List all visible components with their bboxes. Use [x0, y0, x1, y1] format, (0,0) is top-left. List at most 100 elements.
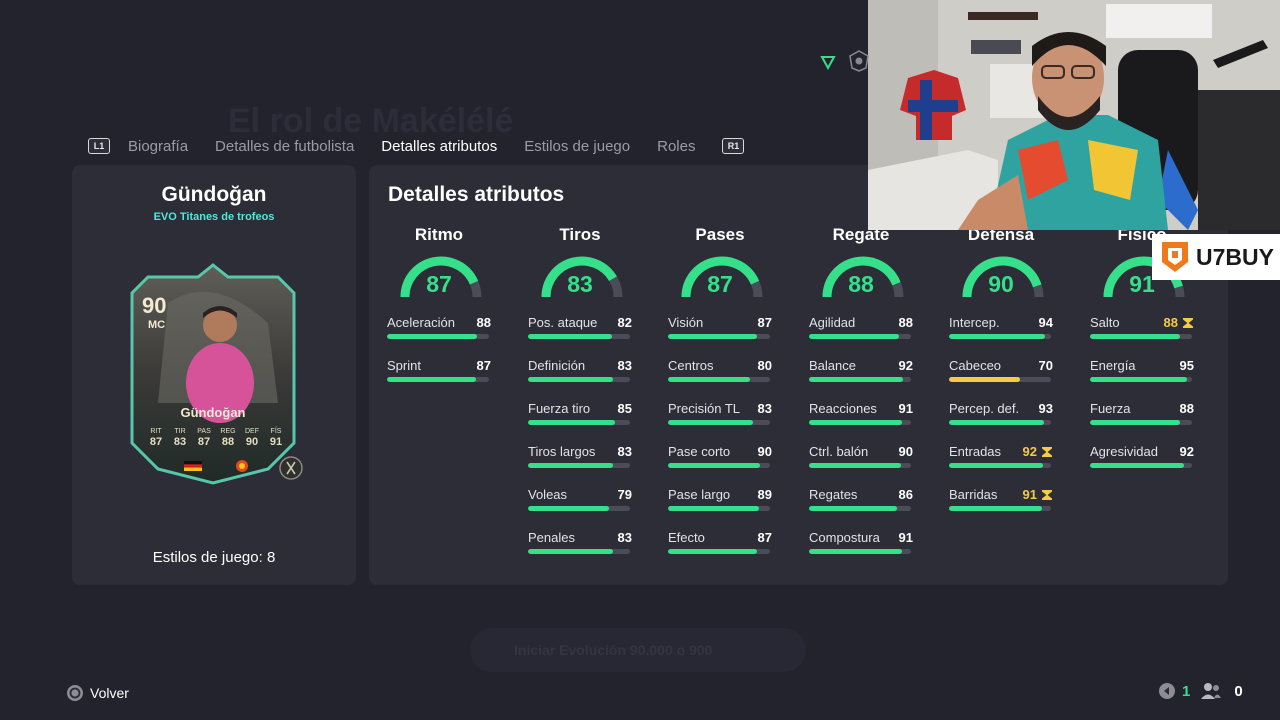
- attribute-row[interactable]: Sprint 87: [387, 356, 491, 399]
- attribute-bar-fill: [528, 420, 615, 425]
- category-value: 87: [426, 271, 452, 297]
- attribute-row[interactable]: Fuerza tiro 85: [528, 399, 632, 442]
- attribute-bar: [668, 506, 770, 511]
- attribute-row[interactable]: Reacciones 91: [809, 399, 913, 442]
- attribute-label: Visión: [668, 315, 704, 330]
- attribute-bar: [809, 549, 911, 554]
- attribute-row[interactable]: Compostura 91: [809, 528, 913, 571]
- category-gauge: 90: [949, 255, 1053, 307]
- attribute-value: 79: [617, 487, 632, 502]
- attribute-bar: [949, 506, 1051, 511]
- attribute-bar-fill: [668, 549, 757, 554]
- player-card[interactable]: 90 MC Gündoğan RIT 87 TIR 83 PAS 87 REG 88 DEF 90…: [128, 263, 298, 485]
- attribute-value: 91: [1022, 487, 1037, 502]
- card-stat-value: 87: [197, 436, 211, 448]
- attribute-row[interactable]: Centros 80: [668, 356, 772, 399]
- attribute-row[interactable]: Agresividad 92: [1090, 442, 1194, 485]
- card-stats: RIT 87 TIR 83 PAS 87 REG 88 DEF 90 FÍS 91: [146, 427, 286, 448]
- attribute-value: 91: [898, 530, 913, 545]
- attribute-row[interactable]: Regates 86: [809, 485, 913, 528]
- attribute-bar: [949, 334, 1051, 339]
- attribute-value: 88: [898, 315, 913, 330]
- tab-3[interactable]: Estilos de juego: [524, 138, 630, 155]
- attribute-bar: [528, 420, 630, 425]
- attribute-bar-fill: [809, 377, 903, 382]
- attribute-row[interactable]: Aceleración 88: [387, 313, 491, 356]
- count-friends: 0: [1234, 682, 1243, 700]
- attribute-bar: [949, 463, 1051, 468]
- attribute-row[interactable]: Visión 87: [668, 313, 772, 356]
- card-stat-label: PAS: [197, 428, 211, 435]
- attribute-value: 88: [476, 315, 491, 330]
- attribute-bar-fill: [528, 463, 613, 468]
- attribute-row[interactable]: Voleas 79: [528, 485, 632, 528]
- attribute-row[interactable]: Cabeceo 70: [949, 356, 1053, 399]
- l1-button-hint[interactable]: L1: [88, 138, 110, 154]
- attribute-bar: [528, 377, 630, 382]
- attribute-label: Pase largo: [668, 487, 731, 502]
- attribute-bar-fill: [1090, 420, 1180, 425]
- category-name: Pases: [695, 225, 745, 244]
- triangle-indicator-icon: [820, 56, 836, 70]
- attribute-label: Ctrl. balón: [809, 444, 869, 459]
- attribute-label: Penales: [528, 530, 575, 545]
- tab-1[interactable]: Detalles de futbolista: [215, 138, 354, 155]
- attribute-value: 88: [1179, 401, 1194, 416]
- attribute-label: Percep. def.: [949, 401, 1020, 416]
- r1-button-hint[interactable]: R1: [722, 138, 745, 154]
- attribute-bar-fill: [809, 334, 899, 339]
- tab-2[interactable]: Detalles atributos: [381, 138, 497, 155]
- attribute-value: 90: [757, 444, 772, 459]
- attribute-row[interactable]: Pase largo 89: [668, 485, 772, 528]
- attribute-column: Tiros 83 Pos. ataque 82 Definición 83 Fuerza t…: [528, 225, 632, 571]
- card-stat-value: 87: [149, 436, 163, 448]
- attribute-bar-fill: [809, 420, 902, 425]
- tab-0[interactable]: Biografía: [128, 138, 188, 155]
- attribute-label: Reacciones: [809, 401, 877, 416]
- tab-4[interactable]: Roles: [657, 138, 695, 155]
- card-stat-value: 83: [173, 436, 187, 448]
- attribute-row[interactable]: Tiros largos 83: [528, 442, 632, 485]
- attribute-row[interactable]: Ctrl. balón 90: [809, 442, 913, 485]
- attribute-row[interactable]: Percep. def. 93: [949, 399, 1053, 442]
- attribute-bar: [1090, 377, 1192, 382]
- card-stat-label: FÍS: [270, 428, 282, 435]
- category-value: 83: [567, 271, 593, 297]
- attribute-bar: [668, 463, 770, 468]
- attribute-row[interactable]: Efecto 87: [668, 528, 772, 571]
- attribute-bar-fill: [668, 377, 750, 382]
- card-stat-label: TIR: [174, 428, 186, 435]
- webcam-feed-icon: [868, 0, 1280, 230]
- attribute-row[interactable]: Agilidad 88: [809, 313, 913, 356]
- back-button[interactable]: Volver: [66, 684, 129, 702]
- attribute-row[interactable]: Definición 83: [528, 356, 632, 399]
- attribute-row[interactable]: Pase corto 90: [668, 442, 772, 485]
- attribute-bar-fill: [528, 506, 609, 511]
- category-gauge: 83: [528, 255, 632, 307]
- attribute-label: Barridas: [949, 487, 998, 502]
- attribute-bar: [809, 377, 911, 382]
- attribute-row[interactable]: Entradas 92: [949, 442, 1053, 485]
- speaker-icon: [1159, 683, 1175, 699]
- card-stat: REG 88: [218, 427, 238, 448]
- attribute-row[interactable]: Precisión TL 83: [668, 399, 772, 442]
- attribute-row[interactable]: Energía 95: [1090, 356, 1194, 399]
- attribute-row[interactable]: Intercep. 94: [949, 313, 1053, 356]
- attribute-label: Intercep.: [949, 315, 1000, 330]
- attribute-label: Energía: [1090, 358, 1136, 373]
- attribute-row[interactable]: Fuerza 88: [1090, 399, 1194, 442]
- hourglass-icon: [1042, 447, 1052, 457]
- attribute-bar: [668, 420, 770, 425]
- attribute-bar-fill: [668, 463, 760, 468]
- attribute-row[interactable]: Balance 92: [809, 356, 913, 399]
- card-position: MC: [148, 319, 166, 331]
- attribute-row[interactable]: Penales 83: [528, 528, 632, 571]
- attribute-row[interactable]: Pos. ataque 82: [528, 313, 632, 356]
- attribute-bar-fill: [949, 377, 1021, 382]
- brand-shield-icon: [1162, 242, 1188, 272]
- attribute-value: 83: [617, 444, 632, 459]
- attribute-row[interactable]: Barridas 91: [949, 485, 1053, 528]
- attribute-bar-fill: [668, 334, 757, 339]
- card-stat-label: RIT: [150, 428, 162, 435]
- attribute-row[interactable]: Salto 88: [1090, 313, 1194, 356]
